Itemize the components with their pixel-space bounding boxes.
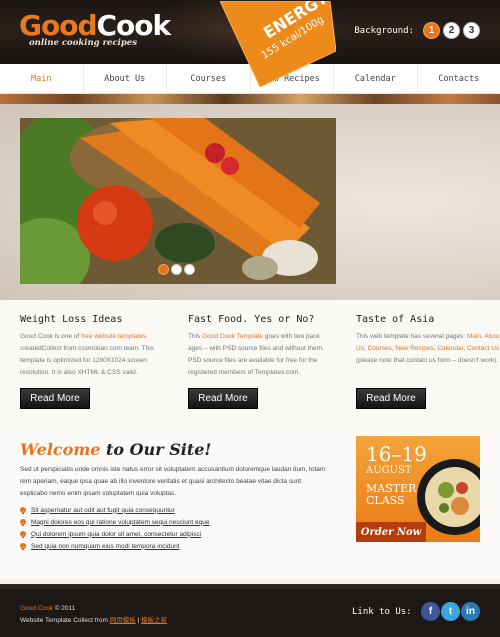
nav-item-about-us[interactable]: About Us — [84, 64, 167, 93]
welcome-section: Welcome to Our Site! Sed ut perspiciatis… — [0, 426, 500, 578]
feature-columns: Weight Loss Ideas Good Cook is one of fr… — [0, 300, 500, 426]
list-item[interactable]: › Sed quia non numquam eius modi tempora … — [20, 540, 210, 552]
arrow-bullet-icon: › — [20, 543, 26, 549]
background-label: Background: — [354, 25, 414, 36]
slideshow-pagination — [158, 264, 197, 275]
master-class-promo[interactable]: 16–19 AUGUST MASTER CLASS Order Now — [356, 436, 480, 542]
nav-item-calendar[interactable]: Calendar — [334, 64, 418, 93]
welcome-title-rest: to Our Site! — [100, 440, 212, 459]
list-item-label: Sit aspernatur aut odit aut fugit quia c… — [31, 506, 175, 514]
linkedin-icon[interactable]: in — [461, 602, 480, 621]
arrow-bullet-icon: › — [20, 519, 26, 525]
promo-title-line2: CLASS — [366, 494, 405, 507]
welcome-title: Welcome to Our Site! — [20, 440, 211, 459]
list-item-label: Magni dolores eos qui ratione voluptatem… — [31, 518, 210, 526]
promo-title: MASTER CLASS — [366, 483, 416, 507]
footer-collect-text: Website Template Collect from — [20, 617, 110, 624]
column-title: Fast Food. Yes or No? — [188, 314, 315, 325]
read-more-button-1[interactable]: Read More — [20, 388, 90, 409]
facebook-icon[interactable]: f — [421, 602, 440, 621]
slide-dot-1[interactable] — [158, 264, 169, 275]
list-item-label: Qui dolorem ipsum quia dolor sit amet, c… — [31, 530, 202, 538]
column-text: This Good Cook Template goes with two pa… — [188, 331, 334, 379]
arrow-bullet-icon: › — [20, 531, 26, 537]
column-taste-of-asia: Taste of Asia This web template has seve… — [356, 314, 500, 367]
list-item[interactable]: › Magni dolores eos qui ratione voluptate… — [20, 516, 210, 528]
page-link-calendar[interactable]: Calendar — [437, 345, 463, 352]
welcome-text: Sed ut perspiciatis unde omnis iste natu… — [20, 466, 326, 497]
footer-year: © 2011 — [54, 605, 76, 612]
column-text-intro: This — [188, 333, 203, 340]
background-option-2[interactable]: 2 — [443, 22, 460, 39]
welcome-link-list: › Sit aspernatur aut odit aut fugit quia … — [20, 504, 210, 552]
column-text-intro: This web template has several pages: — [356, 333, 467, 340]
list-item[interactable]: › Qui dolorem ipsum quia dolor sit amet, … — [20, 528, 210, 540]
welcome-title-highlight: Welcome — [20, 440, 101, 459]
slide-dot-3[interactable] — [184, 264, 195, 275]
arrow-bullet-icon: › — [20, 507, 26, 513]
list-item[interactable]: › Sit aspernatur aut odit aut fugit quia … — [20, 504, 210, 516]
background-option-1[interactable]: 1 — [423, 22, 440, 39]
background-switcher: Background: 1 2 3 — [354, 22, 480, 39]
twitter-icon[interactable]: t — [441, 602, 460, 621]
background-option-3[interactable]: 3 — [463, 22, 480, 39]
nav-item-contacts[interactable]: Contacts — [418, 64, 500, 93]
logo-title: GoodCook — [19, 12, 171, 40]
column-weight-loss: Weight Loss Ideas Good Cook is one of fr… — [20, 314, 166, 379]
promo-month: AUGUST — [366, 465, 412, 476]
footer: Good Cook © 2011 Website Template Collec… — [0, 584, 500, 637]
page-link-courses[interactable]: Courses — [368, 345, 392, 352]
column-text: Good Cook is one of free website templat… — [20, 331, 166, 379]
footer-brand: Good Cook — [20, 605, 53, 612]
column-text-body: createdCollect from cssmoban.com team. T… — [20, 345, 154, 376]
footer-link-1[interactable]: 网页模板 — [110, 617, 136, 624]
slideshow-image[interactable] — [20, 118, 336, 284]
order-now-button[interactable]: Order Now — [356, 522, 426, 542]
read-more-button-2[interactable]: Read More — [188, 388, 258, 409]
column-title: Weight Loss Ideas — [20, 314, 123, 325]
page-link-main[interactable]: Main — [467, 333, 481, 340]
column-title: Taste of Asia — [356, 314, 435, 325]
column-fast-food: Fast Food. Yes or No? This Good Cook Tem… — [188, 314, 334, 379]
link-to-us-label: Link to Us: — [352, 607, 412, 617]
footer-copyright: Good Cook © 2011 Website Template Collec… — [20, 603, 167, 627]
energy-badge: ENERGY 155 kcal/100g — [220, 1, 336, 87]
column-text-body: (please note that contact us form – does… — [356, 357, 499, 364]
nav-item-main[interactable]: Main — [0, 64, 84, 93]
vegetables-illustration — [20, 118, 336, 284]
read-more-button-3[interactable]: Read More — [356, 388, 426, 409]
list-item-label: Sed quia non numquam eius modi tempora i… — [31, 542, 180, 550]
page-link-new-recipes[interactable]: New Recipes — [395, 345, 433, 352]
footer-link-2[interactable]: 模板之家 — [141, 617, 167, 624]
column-text-intro: Good Cook is one of — [20, 333, 82, 340]
free-templates-link[interactable]: free website templates — [81, 333, 146, 340]
good-cook-template-link[interactable]: Good Cook Template — [202, 333, 263, 340]
food-banner-strip — [0, 94, 500, 104]
slide-dot-2[interactable] — [171, 264, 182, 275]
promo-dates: 16–19 — [366, 442, 427, 466]
logo[interactable]: GoodCook online cooking recipes — [19, 12, 171, 49]
column-text: This web template has several pages: Mai… — [356, 333, 500, 364]
page-link-contact-us[interactable]: Contact Us — [467, 345, 499, 352]
